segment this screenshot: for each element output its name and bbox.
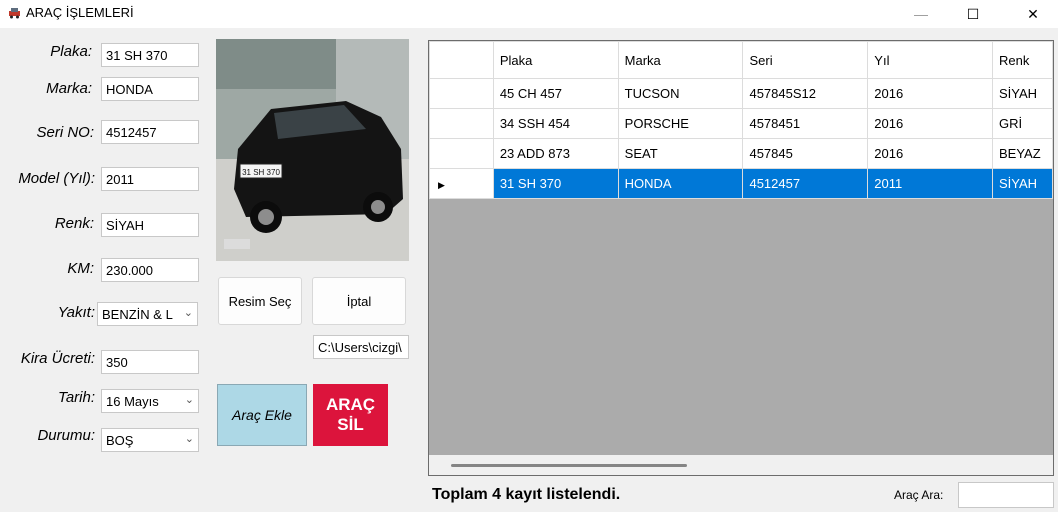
column-header-plaka[interactable]: Plaka [492,41,619,79]
renk-input[interactable]: SİYAH [101,213,199,237]
table-cell[interactable]: GRİ [992,108,1053,139]
column-header-seri[interactable]: Seri [742,41,869,79]
search-input[interactable] [958,482,1054,508]
column-header-renk[interactable]: Renk [992,41,1053,79]
window-title: ARAÇ İŞLEMLERİ [26,5,134,20]
model-label: Model (Yıl): [18,170,95,187]
seri-input[interactable]: 4512457 [101,120,199,144]
car-photo: 31 SH 370 [216,39,409,261]
table-cell[interactable]: 34 SSH 454 [492,108,619,139]
scrollbar-thumb[interactable] [451,464,687,467]
add-vehicle-button[interactable]: Araç Ekle [217,384,307,446]
table-cell[interactable]: SİYAH [992,168,1053,199]
table-cell[interactable]: 31 SH 370 [492,168,619,199]
car-image: 31 SH 370 [216,39,409,261]
yakit-select[interactable]: BENZİN & L ⌄ [97,302,198,326]
record-count-text: Toplam 4 kayıt listelendi. [432,486,621,503]
table-cell[interactable]: 4512457 [742,168,869,199]
select-image-button[interactable]: Resim Seç [218,277,302,325]
row-header[interactable] [429,78,494,109]
grid-corner [429,41,494,79]
table-cell[interactable]: 2011 [867,168,993,199]
tarih-value: 16 Mayıs [106,394,159,409]
table-cell[interactable]: PORSCHE [617,108,744,139]
yakit-value: BENZİN & L [102,307,173,322]
table-cell[interactable]: 4578451 [742,108,869,139]
search-label: Araç Ara: [894,488,944,502]
cancel-image-button[interactable]: İptal [312,277,406,325]
table-row[interactable]: 23 ADD 873 SEAT 457845 2016 BEYAZ [429,138,1053,169]
chevron-down-icon: ⌄ [184,394,194,406]
chevron-down-icon: ⌄ [183,307,193,319]
row-header[interactable] [429,108,494,139]
plaka-label: Plaka: [50,43,92,60]
marka-input[interactable]: HONDA [101,77,199,101]
table-cell[interactable]: 457845 [742,138,869,169]
table-row[interactable]: 45 CH 457 TUCSON 457845S12 2016 SİYAH [429,78,1053,109]
km-input[interactable]: 230.000 [101,258,199,282]
vehicle-grid[interactable]: Plaka Marka Seri Yıl Renk 45 CH 457 TUCS… [428,40,1054,476]
table-cell[interactable]: 2016 [867,108,993,139]
table-cell[interactable]: SİYAH [992,78,1053,109]
plaka-input[interactable]: 31 SH 370 [101,43,199,67]
delete-vehicle-button[interactable]: ARAÇ SİL [313,384,388,446]
table-cell[interactable]: 45 CH 457 [492,78,619,109]
maximize-button[interactable]: ☐ [950,0,996,28]
row-header[interactable]: ▶ [429,168,494,199]
model-input[interactable]: 2011 [101,167,199,191]
table-cell[interactable]: SEAT [617,138,744,169]
minimize-button[interactable]: — [898,0,944,28]
durum-value: BOŞ [106,433,134,448]
kira-label: Kira Ücreti: [20,350,95,367]
table-cell[interactable]: 2016 [867,138,993,169]
durum-label: Durumu: [37,427,95,444]
image-path-input[interactable]: C:\Users\cizgi\ [313,335,409,359]
renk-label: Renk: [54,215,94,232]
table-cell[interactable]: 457845S12 [742,78,869,109]
title-bar: ARAÇ İŞLEMLERİ — ☐ ✕ [0,0,1058,28]
horizontal-scrollbar[interactable] [429,455,1053,475]
current-row-arrow-icon: ▶ [438,180,445,190]
marka-label: Marka: [46,80,92,97]
durum-select[interactable]: BOŞ ⌄ [101,428,199,452]
kira-input[interactable]: 350 [101,350,199,374]
row-header[interactable] [429,138,494,169]
column-header-marka[interactable]: Marka [617,41,744,79]
tarih-label: Tarih: [58,389,95,406]
plate-text: 31 SH 370 [242,168,280,177]
table-cell[interactable]: 2016 [867,78,993,109]
column-header-yil[interactable]: Yıl [867,41,993,79]
km-label: KM: [67,260,94,277]
table-cell[interactable]: 23 ADD 873 [492,138,619,169]
car-icon [9,8,20,19]
tarih-picker[interactable]: 16 Mayıs ⌄ [101,389,199,413]
table-cell[interactable]: TUCSON [617,78,744,109]
chevron-down-icon: ⌄ [184,433,194,445]
grid-header-row: Plaka Marka Seri Yıl Renk [429,41,1053,79]
table-cell[interactable]: HONDA [617,168,744,199]
close-button[interactable]: ✕ [1010,0,1056,28]
yakit-label: Yakıt: [57,304,95,321]
table-cell[interactable]: BEYAZ [992,138,1053,169]
table-row[interactable]: 34 SSH 454 PORSCHE 4578451 2016 GRİ [429,108,1053,139]
table-row-selected[interactable]: ▶ 31 SH 370 HONDA 4512457 2011 SİYAH [429,168,1053,199]
seri-label: Seri NO: [36,124,94,141]
